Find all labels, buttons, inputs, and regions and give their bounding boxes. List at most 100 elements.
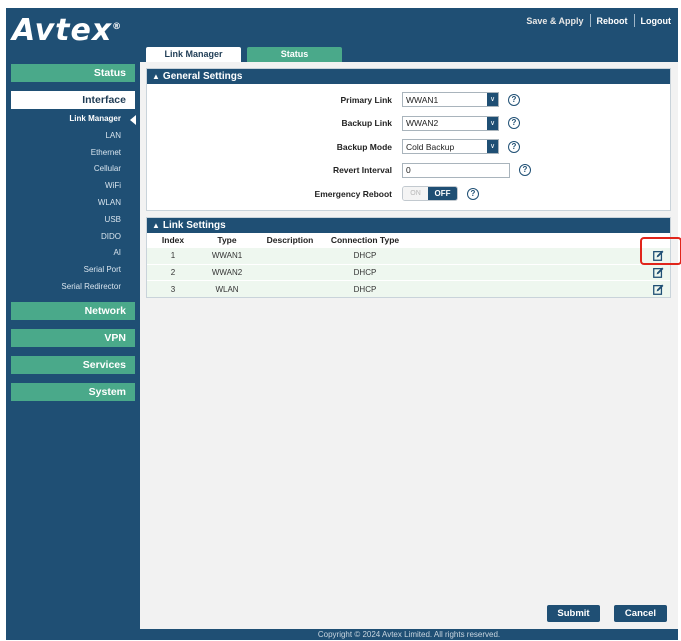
top-actions: Save & Apply Reboot Logout xyxy=(520,14,677,27)
brand-logo: Avtex® xyxy=(12,14,122,48)
cell-type: WWAN2 xyxy=(211,267,243,277)
emergency-reboot-toggle[interactable]: ON OFF xyxy=(402,186,458,202)
cell-spacer xyxy=(405,248,640,265)
help-icon[interactable]: ? xyxy=(508,140,520,153)
main-content: ▲ General Settings Primary Link WWAN1 ∨ ?… xyxy=(140,62,678,629)
column-header-edit xyxy=(640,233,670,248)
footer-copyright: Copyright © 2024 Avtex Limited. All righ… xyxy=(317,630,501,639)
cell-description xyxy=(255,248,325,265)
sidebar: Status Interface Link Manager LAN Ethern… xyxy=(11,64,136,410)
sidebar-subitem-ai[interactable]: AI xyxy=(11,245,135,262)
collapse-caret-icon: ▲ xyxy=(152,220,160,230)
collapse-caret-icon: ▲ xyxy=(152,72,160,81)
logout-link[interactable]: Logout xyxy=(635,16,678,26)
backup-link-label: Backup Link xyxy=(341,118,392,129)
edit-icon[interactable] xyxy=(653,267,664,278)
interface-submenu: Link Manager LAN Ethernet Cellular WiFi … xyxy=(11,111,136,296)
edit-icon[interactable] xyxy=(653,284,664,295)
backup-mode-row: Backup Mode Cold Backup ∨ ? xyxy=(147,135,670,159)
backup-link-row: Backup Link WWAN2 ∨ ? xyxy=(147,112,670,136)
primary-link-value: WWAN1 xyxy=(406,94,439,105)
chevron-down-icon: ∨ xyxy=(487,140,498,154)
sidebar-subitem-wlan[interactable]: WLAN xyxy=(11,195,135,212)
revert-interval-row: Revert Interval 0 ? xyxy=(147,159,670,183)
save-apply-link[interactable]: Save & Apply xyxy=(520,16,589,26)
sidebar-subitem-serial-redirector[interactable]: Serial Redirector xyxy=(11,279,135,296)
backup-link-select[interactable]: WWAN2 ∨ xyxy=(402,115,499,131)
chevron-down-icon: ∨ xyxy=(487,116,498,130)
column-header-index: Index xyxy=(161,234,185,245)
submit-button[interactable]: Submit xyxy=(547,605,600,622)
reboot-link[interactable]: Reboot xyxy=(591,16,634,26)
primary-link-row: Primary Link WWAN1 ∨ ? xyxy=(147,88,670,112)
sidebar-item-status[interactable]: Status xyxy=(11,64,135,82)
emergency-reboot-label: Emergency Reboot xyxy=(314,188,392,199)
link-settings-table: Index Type Description Connection Type 1… xyxy=(147,233,670,298)
sidebar-subitem-serial-port[interactable]: Serial Port xyxy=(11,262,135,279)
primary-link-select[interactable]: WWAN1 ∨ xyxy=(402,92,499,108)
link-settings-title: Link Settings xyxy=(162,219,226,231)
cell-index: 2 xyxy=(170,267,176,277)
general-settings-title: General Settings xyxy=(162,71,243,82)
chevron-down-icon: ∨ xyxy=(487,93,498,107)
cell-index: 1 xyxy=(170,251,176,261)
tab-status[interactable]: Status xyxy=(247,47,342,62)
column-header-actions xyxy=(405,233,640,248)
backup-mode-value: Cold Backup xyxy=(406,141,455,152)
cell-connection-type: DHCP xyxy=(353,251,377,261)
cell-type: WLAN xyxy=(215,284,239,294)
sidebar-subitem-link-manager[interactable]: Link Manager xyxy=(11,111,136,128)
help-icon[interactable]: ? xyxy=(467,187,479,200)
help-icon[interactable]: ? xyxy=(519,164,531,177)
cell-index: 3 xyxy=(170,284,176,294)
sidebar-subitem-lan[interactable]: LAN xyxy=(11,128,135,145)
edit-icon[interactable] xyxy=(653,250,664,262)
cell-edit xyxy=(640,281,670,298)
sidebar-item-vpn[interactable]: VPN xyxy=(11,328,135,347)
column-header-description: Description xyxy=(266,234,314,245)
sidebar-subitem-usb[interactable]: USB xyxy=(11,212,135,229)
tab-bar: Link Manager Status xyxy=(146,47,342,62)
sidebar-subitem-ethernet[interactable]: Ethernet xyxy=(11,145,135,162)
sidebar-item-services[interactable]: Services xyxy=(11,355,135,374)
general-settings-panel: ▲ General Settings Primary Link WWAN1 ∨ ?… xyxy=(146,68,671,211)
toggle-off-label: OFF xyxy=(428,187,457,201)
cell-spacer xyxy=(405,281,640,298)
sidebar-item-network[interactable]: Network xyxy=(11,301,135,320)
backup-mode-select[interactable]: Cold Backup ∨ xyxy=(402,139,499,155)
primary-link-label: Primary Link xyxy=(340,94,393,105)
help-icon[interactable]: ? xyxy=(508,117,520,130)
logo-mark: ® xyxy=(112,22,123,32)
link-settings-panel: ▲ Link Settings Index Type Description Co… xyxy=(146,216,671,298)
cell-connection-type: DHCP xyxy=(353,267,377,277)
table-row: 2 WWAN2 DHCP xyxy=(147,264,670,281)
emergency-reboot-row: Emergency Reboot ON OFF ? xyxy=(147,182,670,206)
cell-description xyxy=(255,264,325,281)
sidebar-subitem-cellular[interactable]: Cellular xyxy=(11,161,135,178)
column-header-type: Type xyxy=(217,234,237,245)
toggle-on-label: ON xyxy=(403,187,429,201)
cancel-button[interactable]: Cancel xyxy=(614,605,667,622)
general-settings-header[interactable]: ▲ General Settings xyxy=(147,69,670,84)
sidebar-subitem-wifi[interactable]: WiFi xyxy=(11,178,135,195)
backup-mode-label: Backup Mode xyxy=(336,141,392,152)
cell-description xyxy=(255,281,325,298)
help-icon[interactable]: ? xyxy=(508,93,520,106)
cell-edit xyxy=(640,264,670,281)
sidebar-subitem-dido[interactable]: DIDO xyxy=(11,229,135,246)
cell-edit xyxy=(640,248,670,265)
link-settings-header[interactable]: ▲ Link Settings xyxy=(147,217,670,233)
cell-type: WWAN1 xyxy=(211,251,243,261)
table-row: 3 WLAN DHCP xyxy=(147,280,670,298)
table-row: 1 WWAN1 DHCP xyxy=(147,247,670,265)
tab-link-manager[interactable]: Link Manager xyxy=(146,47,241,62)
cell-connection-type: DHCP xyxy=(353,284,377,294)
revert-interval-label: Revert Interval xyxy=(332,165,392,176)
backup-link-value: WWAN2 xyxy=(406,118,439,129)
sidebar-item-interface[interactable]: Interface xyxy=(11,91,135,109)
cell-spacer xyxy=(405,264,640,281)
sidebar-item-system[interactable]: System xyxy=(11,382,135,401)
revert-interval-input[interactable]: 0 xyxy=(402,162,510,178)
logo-text: Avtex xyxy=(12,13,113,48)
column-header-connection-type: Connection Type xyxy=(330,234,400,245)
